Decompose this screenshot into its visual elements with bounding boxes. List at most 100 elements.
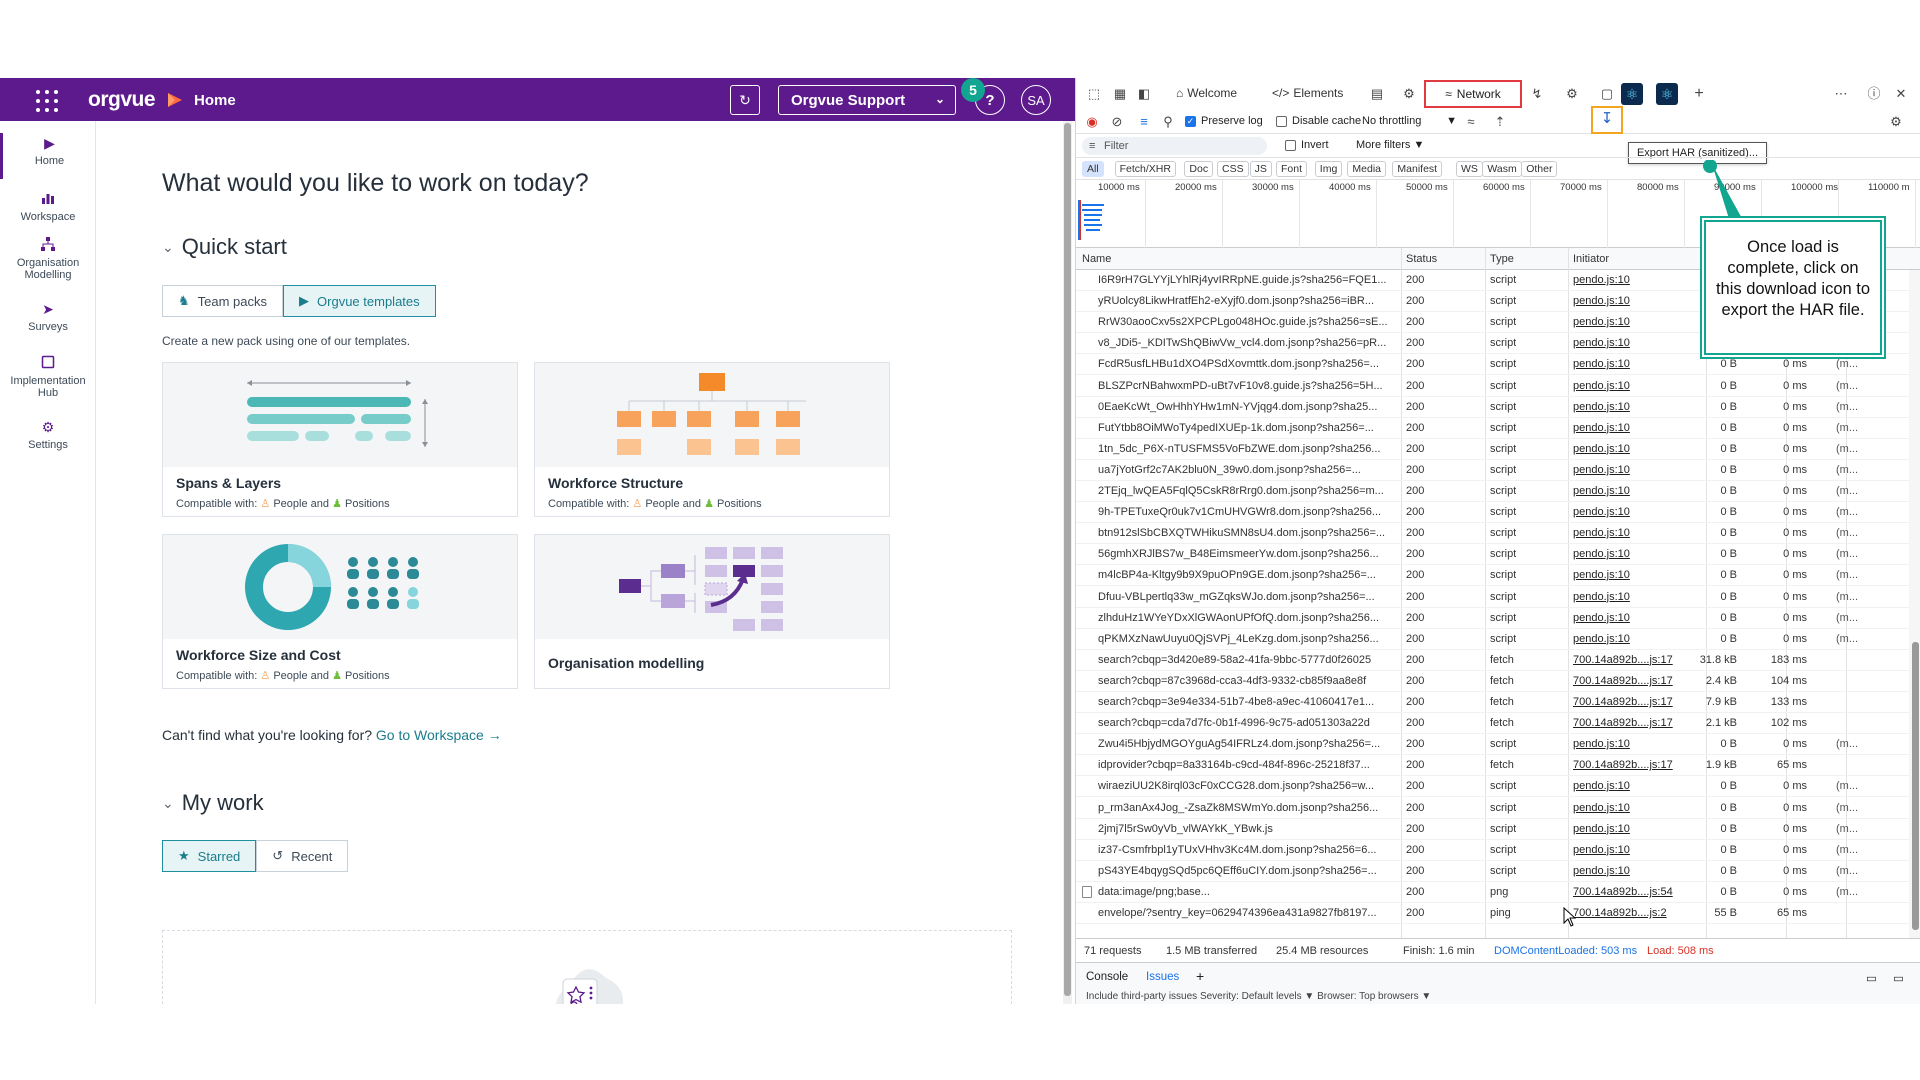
help-icon[interactable]: ⓘ <box>1866 86 1882 102</box>
disable-cache-checkbox[interactable]: Disable cache <box>1276 115 1361 127</box>
search-icon[interactable]: ⚲ <box>1160 114 1176 130</box>
react-profiler-icon[interactable]: ⚛ <box>1656 83 1678 105</box>
request-initiator-link[interactable]: pendo.js:10 <box>1573 422 1630 434</box>
request-row[interactable]: search?cbqp=3d420e89-58a2-41fa-9bbc-5777… <box>1076 650 1909 671</box>
request-initiator-link[interactable]: pendo.js:10 <box>1573 865 1630 877</box>
request-row[interactable]: 2TEjq_lwQEA5FqlQ5CskR8rRrg0.dom.jsonp?sh… <box>1076 481 1909 502</box>
request-initiator-link[interactable]: pendo.js:10 <box>1573 844 1630 856</box>
type-filter-media[interactable]: Media <box>1347 161 1386 177</box>
more-filters-button[interactable]: More filters ▼ <box>1356 139 1424 151</box>
request-initiator-link[interactable]: pendo.js:10 <box>1573 401 1630 413</box>
request-initiator-link[interactable]: pendo.js:10 <box>1573 633 1630 645</box>
clear-icon[interactable]: ⊘ <box>1109 114 1125 130</box>
request-initiator-link[interactable]: pendo.js:10 <box>1573 443 1630 455</box>
my-work-header[interactable]: ⌄ My work <box>162 790 264 816</box>
add-tab-icon[interactable]: + <box>1691 86 1707 102</box>
template-card-organisation-modelling[interactable]: Organisation modelling <box>534 534 890 689</box>
request-initiator-link[interactable]: pendo.js:10 <box>1573 548 1630 560</box>
sidebar-item-workspace[interactable]: Workspace <box>0 191 96 223</box>
go-to-workspace-link[interactable]: Go to Workspace → <box>376 727 502 743</box>
export-har-button[interactable]: ↧ <box>1591 106 1623 134</box>
request-row[interactable]: 0EaeKcWt_OwHhhYHw1mN-YVjqg4.dom.jsonp?sh… <box>1076 397 1909 418</box>
request-initiator-link[interactable]: pendo.js:10 <box>1573 274 1630 286</box>
request-row[interactable]: btn912slSbCBXQTWHikuSMN8sU4.dom.jsonp?sh… <box>1076 523 1909 545</box>
type-filter-ws[interactable]: WS <box>1456 161 1483 177</box>
request-row[interactable]: qPKMXzNawUuyu0QjSVPj_4LeKzg.dom.jsonp?sh… <box>1076 629 1909 650</box>
request-row[interactable]: Dfuu-VBLpertlq33w_mGZqksWJo.dom.jsonp?sh… <box>1076 587 1909 608</box>
request-row[interactable]: data:image/png;base... 200 png 700.14a892b.… <box>1076 882 1909 903</box>
throttling-select[interactable]: No throttling ▼ <box>1362 115 1457 127</box>
request-row[interactable]: pS43YE4bqygSQd5pc6QEff6uCIY.dom.jsonp?sh… <box>1076 861 1909 882</box>
request-initiator-link[interactable]: 700.14a892b....js:2 <box>1573 907 1667 919</box>
drawer-tab-issues[interactable]: Issues <box>1146 971 1179 983</box>
request-initiator-link[interactable]: pendo.js:10 <box>1573 485 1630 497</box>
template-card-workforce-size-cost[interactable]: Workforce Size and Cost Compatible with:… <box>162 534 518 689</box>
request-initiator-link[interactable]: pendo.js:10 <box>1573 380 1630 392</box>
request-initiator-link[interactable]: pendo.js:10 <box>1573 591 1630 603</box>
page-scrollbar[interactable] <box>1063 121 1072 1004</box>
tab-recent[interactable]: ↺ Recent <box>256 840 349 872</box>
import-har-icon[interactable]: ⇡ <box>1492 114 1508 130</box>
type-filter-fetch-xhr[interactable]: Fetch/XHR <box>1114 161 1176 177</box>
request-row[interactable]: BLSZPcrNBahwxmPD-uBt7vF10v8.guide.js?sha… <box>1076 376 1909 397</box>
request-row[interactable]: envelope/?sentry_key=0629474396ea431a982… <box>1076 903 1909 924</box>
quick-start-header[interactable]: ⌄ Quick start <box>162 234 287 260</box>
request-row[interactable]: search?cbqp=cda7d7fc-0b1f-4996-9c75-ad05… <box>1076 713 1909 735</box>
request-initiator-link[interactable]: pendo.js:10 <box>1573 802 1630 814</box>
request-row[interactable]: wiraeziUU2K8irql03cF0xCCG28.dom.jsonp?sh… <box>1076 776 1909 798</box>
console-errors-icon[interactable]: ▤ <box>1369 86 1385 102</box>
request-initiator-link[interactable]: pendo.js:10 <box>1573 464 1630 476</box>
request-initiator-link[interactable]: pendo.js:10 <box>1573 358 1630 370</box>
device-toolbar-icon[interactable]: ▦ <box>1112 86 1128 102</box>
request-initiator-link[interactable]: pendo.js:10 <box>1573 295 1630 307</box>
request-initiator-link[interactable]: pendo.js:10 <box>1573 569 1630 581</box>
tab-network[interactable]: ≈ Network <box>1424 80 1522 108</box>
request-row[interactable]: search?cbqp=3e94e334-51b7-4be8-a9ec-4106… <box>1076 692 1909 713</box>
request-row[interactable]: ua7jYotGrf2c7AK2blu0N_39w0.dom.jsonp?sha… <box>1076 460 1909 481</box>
type-filter-js[interactable]: JS <box>1249 161 1272 177</box>
type-filter-css[interactable]: CSS <box>1217 161 1249 177</box>
request-initiator-link[interactable]: pendo.js:10 <box>1573 506 1630 518</box>
filter-input[interactable]: ≡ Filter <box>1082 137 1267 155</box>
request-row[interactable]: 1tn_5dc_P6X-nTUSFMS5VoFbZWE.dom.jsonp?sh… <box>1076 439 1909 460</box>
add-drawer-tab-icon[interactable]: + <box>1196 968 1204 984</box>
column-initiator[interactable]: Initiator <box>1573 253 1609 265</box>
template-card-workforce-structure[interactable]: Workforce Structure Compatible with: ♙ P… <box>534 362 890 517</box>
request-row[interactable]: 2jmj7l5rSw0yVb_vlWAYkK_YBwk.js 200 script p… <box>1076 819 1909 840</box>
sidebar-item-home[interactable]: ▶ Home <box>0 133 96 179</box>
request-initiator-link[interactable]: pendo.js:10 <box>1573 337 1630 349</box>
sidebar-item-settings[interactable]: ⚙ Settings <box>0 419 96 451</box>
request-initiator-link[interactable]: pendo.js:10 <box>1573 527 1630 539</box>
sidebar-item-organisation-modelling[interactable]: Organisation Modelling <box>0 237 96 281</box>
invert-checkbox[interactable]: Invert <box>1285 139 1329 151</box>
request-row[interactable]: search?cbqp=87c3968d-cca3-4df3-9332-cb85… <box>1076 671 1909 692</box>
tab-welcome[interactable]: ⌂ Welcome <box>1176 86 1237 100</box>
close-drawer-icon[interactable]: ▭ <box>1893 971 1904 985</box>
filter-toggle-icon[interactable]: ≡ <box>1136 114 1152 130</box>
react-components-icon[interactable]: ⚛ <box>1621 83 1643 105</box>
inspect-element-icon[interactable]: ⬚ <box>1086 86 1102 102</box>
request-row[interactable]: m4lcBP4a-Kltgy9b9X9puOPn9GE.dom.jsonp?sh… <box>1076 565 1909 587</box>
request-initiator-link[interactable]: pendo.js:10 <box>1573 738 1630 750</box>
request-row[interactable]: FutYtbb8OiMWoTy4pedIXUEp-1k.dom.jsonp?sh… <box>1076 418 1909 439</box>
type-filter-font[interactable]: Font <box>1276 161 1308 177</box>
request-row[interactable]: p_rm3anAx4Jog_-ZsaZk8MSWmYo.dom.jsonp?sh… <box>1076 798 1909 819</box>
dock-side-icon[interactable]: ◧ <box>1136 86 1152 102</box>
request-initiator-link[interactable]: pendo.js:10 <box>1573 780 1630 792</box>
type-filter-doc[interactable]: Doc <box>1184 161 1214 177</box>
request-row[interactable]: idprovider?cbqp=8a33164b-c9cd-484f-896c-… <box>1076 755 1909 777</box>
type-filter-wasm[interactable]: Wasm <box>1482 161 1522 177</box>
close-icon[interactable]: ✕ <box>1893 86 1909 102</box>
refresh-button[interactable]: ↻ <box>730 85 760 115</box>
application-icon[interactable]: ▢ <box>1599 86 1615 102</box>
requests-scrollbar[interactable] <box>1909 270 1920 938</box>
tab-elements[interactable]: </> Elements <box>1272 86 1343 100</box>
template-card-spans-layers[interactable]: Spans & Layers Compatible with: ♙ People… <box>162 362 518 517</box>
undock-icon[interactable]: ▭ <box>1866 971 1877 985</box>
avatar[interactable]: SA <box>1021 85 1051 115</box>
bug-icon[interactable]: ⚙ <box>1401 86 1417 102</box>
tab-team-packs[interactable]: ♞ Team packs <box>162 285 284 317</box>
request-initiator-link[interactable]: pendo.js:10 <box>1573 612 1630 624</box>
request-initiator-link[interactable]: pendo.js:10 <box>1573 316 1630 328</box>
app-launcher-icon[interactable] <box>36 90 58 112</box>
